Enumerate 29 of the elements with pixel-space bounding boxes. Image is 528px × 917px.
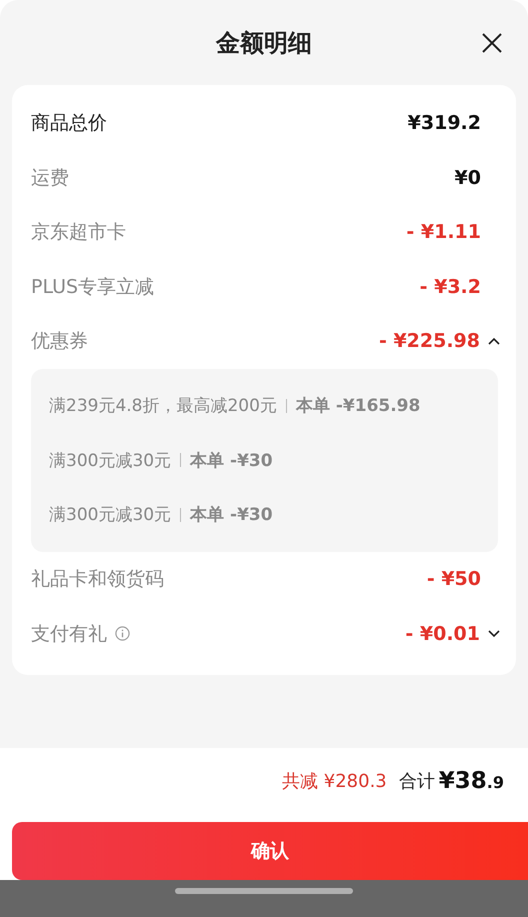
confirm-button[interactable]: 确认 [12, 822, 528, 880]
coupon-saving: 本单 -¥30 [190, 450, 273, 472]
row-amount: - ¥225.98 [378, 330, 480, 352]
coupon-rule: 满300元减30元 [49, 450, 172, 472]
close-icon[interactable] [481, 32, 503, 54]
row-label: 优惠券 [31, 329, 88, 354]
row-amount: - ¥3.2 [420, 276, 481, 298]
row-label: 支付有礼 [31, 622, 107, 647]
coupon-saving: 本单 -¥165.98 [296, 395, 420, 418]
row-label: 运费 [31, 166, 69, 191]
total-label: 合计 [398, 770, 435, 793]
info-icon[interactable] [115, 626, 130, 642]
row-label: 商品总价 [31, 111, 107, 136]
chevron-icon[interactable] [488, 337, 500, 346]
row-amount: - ¥50 [426, 568, 481, 590]
sheet-title: 金额明细 [216, 28, 312, 58]
row-amount: ¥319.2 [408, 112, 481, 134]
coupon-rule: 满239元4.8折，最高减200元 [49, 395, 277, 418]
row-amount: - ¥0.01 [405, 622, 480, 645]
total-amount: ¥38.9 [438, 768, 504, 794]
row-label: 礼品卡和领货码 [31, 567, 164, 592]
coupon-saving: 本单 -¥30 [190, 504, 273, 526]
row-label: 京东超市卡 [31, 220, 126, 246]
chevron-icon[interactable] [488, 630, 500, 638]
coupon-rule: 满300元减30元 [49, 504, 172, 526]
row-amount: ¥0 [454, 166, 481, 189]
row-label: PLUS专享立减 [31, 274, 154, 300]
total-saved: 共减 ¥280.3 [282, 770, 387, 793]
row-amount: - ¥1.11 [406, 221, 481, 244]
